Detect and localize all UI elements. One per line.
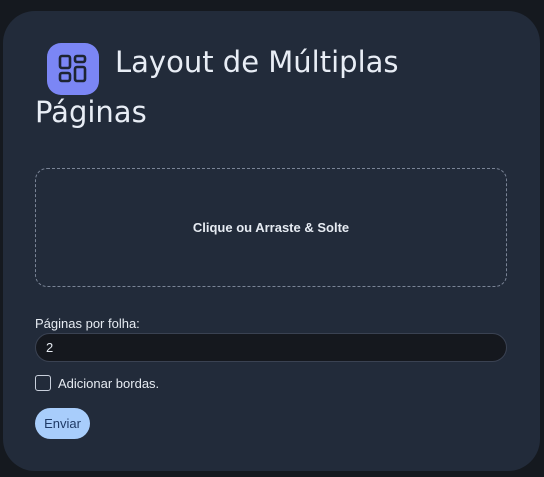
- add-borders-checkbox[interactable]: [35, 375, 51, 391]
- submit-button[interactable]: Enviar: [35, 408, 90, 439]
- pages-per-sheet-value: 2: [46, 340, 54, 355]
- pages-per-sheet-label: Páginas por folha:: [35, 316, 140, 331]
- borders-option: Adicionar bordas.: [35, 375, 159, 391]
- add-borders-label[interactable]: Adicionar bordas.: [58, 376, 159, 391]
- title-row: Layout de Múltiplas Páginas: [35, 37, 515, 137]
- page-title: Layout de Múltiplas Páginas: [35, 45, 399, 129]
- pages-per-sheet-select[interactable]: 2: [35, 333, 507, 362]
- main-card: Layout de Múltiplas Páginas Clique ou Ar…: [3, 11, 540, 471]
- file-dropzone[interactable]: Clique ou Arraste & Solte: [35, 168, 507, 287]
- grid-layout-icon: [47, 43, 99, 95]
- dropzone-label: Clique ou Arraste & Solte: [192, 220, 350, 235]
